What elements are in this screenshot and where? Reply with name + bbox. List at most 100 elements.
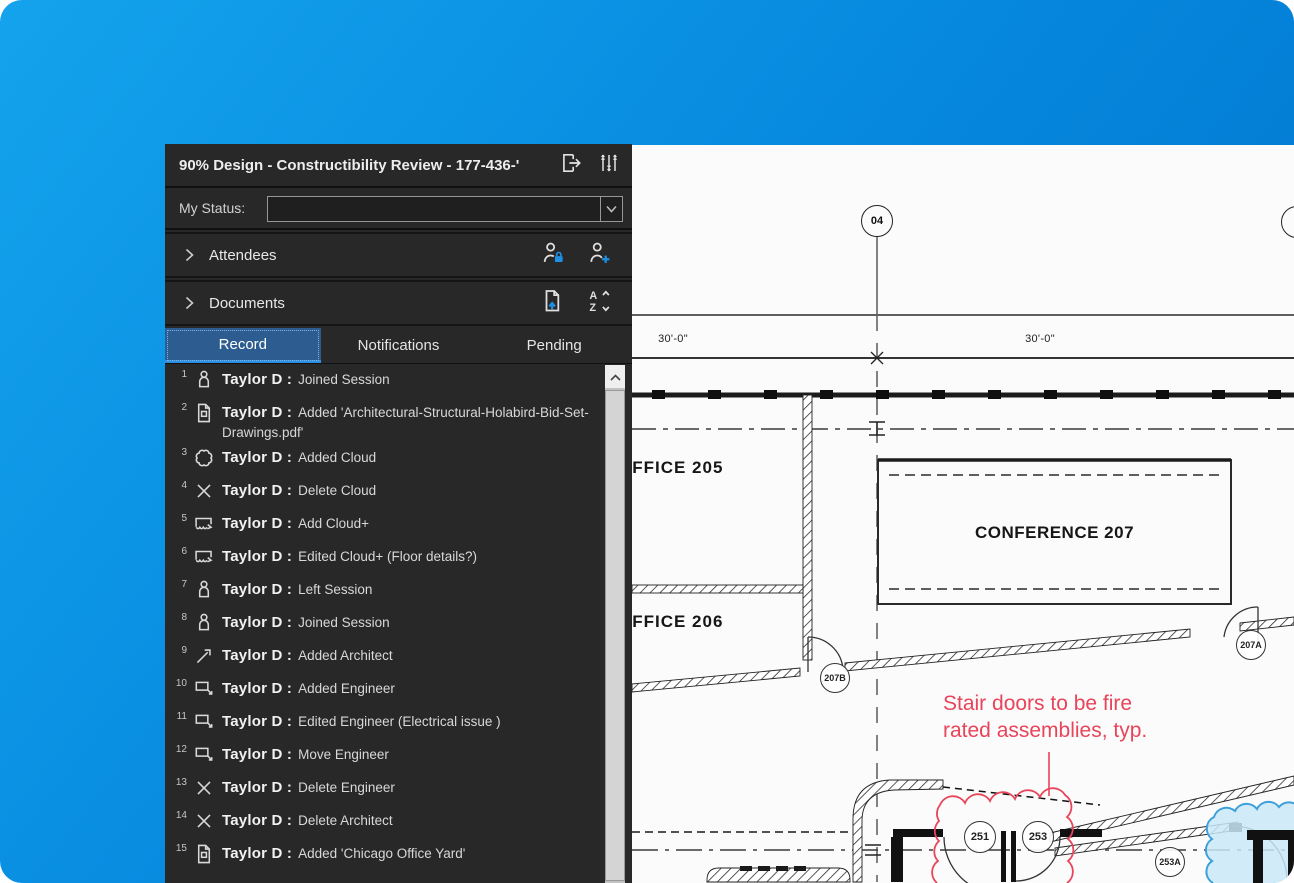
cloud-plus-icon xyxy=(193,546,215,568)
record-row-number: 15 xyxy=(171,843,187,854)
room-label-office-206: OFFICE 206 xyxy=(632,612,723,632)
floor-plan-linework xyxy=(632,145,1294,883)
svg-text:Z: Z xyxy=(590,302,597,314)
tab-record[interactable]: Record xyxy=(165,328,321,363)
sort-az-icon: A Z xyxy=(586,288,612,319)
app-canvas: 90% Design - Constructibility Review - 1… xyxy=(0,0,1294,883)
record-row[interactable]: 14Taylor D :Delete Architect xyxy=(165,806,632,839)
delete-icon xyxy=(193,480,215,502)
record-row-number: 6 xyxy=(171,546,187,557)
svg-text:A: A xyxy=(590,290,598,302)
red-text-markup[interactable]: Stair doors to be fire rated assemblies,… xyxy=(943,690,1147,744)
record-row[interactable]: 10 Taylor D : Added Engineer xyxy=(165,674,632,707)
record-row[interactable]: 8Taylor D :Joined Session xyxy=(165,608,632,641)
record-row[interactable]: 4Taylor D :Delete Cloud xyxy=(165,476,632,509)
record-row-action: Edited Engineer (Electrical issue ) xyxy=(298,714,501,729)
door-tag-207b: 207B xyxy=(820,663,850,693)
document-upload-icon xyxy=(540,288,566,319)
blue-cloud-markup[interactable] xyxy=(1206,802,1294,883)
record-row[interactable]: 7Taylor D :Left Session xyxy=(165,575,632,608)
record-row-number: 10 xyxy=(171,678,187,689)
record-list-scrollbar[interactable] xyxy=(605,365,625,883)
record-row-author: Taylor D : xyxy=(222,680,292,697)
record-row[interactable]: 2Taylor D :Added 'Architectural-Structur… xyxy=(165,398,632,443)
record-row-author: Taylor D : xyxy=(222,371,292,388)
record-row-action: Delete Cloud xyxy=(298,483,376,498)
person-icon xyxy=(193,612,215,634)
delete-icon xyxy=(193,810,215,832)
record-row-author: Taylor D : xyxy=(222,614,292,631)
door-tag-207a: 207A xyxy=(1236,630,1266,660)
record-row-text: Taylor D : Delete Engineer xyxy=(222,778,602,798)
record-row-text: Taylor D :Edited Engineer (Electrical is… xyxy=(222,712,602,732)
record-row-action: Edited Cloud+ (Floor details?) xyxy=(298,549,477,564)
attendees-section-header[interactable]: Attendees xyxy=(165,232,632,278)
record-row-text: Taylor D : Left Session xyxy=(222,580,602,600)
add-attendee-button[interactable] xyxy=(586,242,612,268)
record-row-author: Taylor D : xyxy=(222,845,292,862)
session-settings-button[interactable] xyxy=(594,152,624,178)
record-row-author: Taylor D : xyxy=(222,581,292,598)
session-header: 90% Design - Constructibility Review - 1… xyxy=(165,144,632,188)
record-row[interactable]: 3 Taylor D :Added Cloud xyxy=(165,443,632,476)
person-plus-icon xyxy=(586,240,612,271)
dropdown-arrow-button[interactable] xyxy=(600,197,622,221)
record-row-author: Taylor D : xyxy=(222,647,292,664)
door-tag-253a: 253A xyxy=(1155,847,1185,877)
callout-icon xyxy=(193,744,215,766)
record-row-action: Move Engineer xyxy=(298,747,389,762)
my-status-dropdown[interactable] xyxy=(267,196,623,222)
record-row-number: 11 xyxy=(171,711,187,722)
record-row-text: Taylor D : Added 'Chicago Office Yard' xyxy=(222,844,602,864)
cloud-plus-icon xyxy=(193,513,215,535)
record-row[interactable]: 13 Taylor D : Delete Engineer xyxy=(165,773,632,806)
chevron-right-icon xyxy=(181,247,197,263)
scroll-up-button[interactable] xyxy=(605,365,625,388)
person-icon xyxy=(193,369,215,391)
record-row-text: Taylor D :Delete Cloud xyxy=(222,481,602,501)
record-row-action: Added 'Chicago Office Yard' xyxy=(298,846,465,861)
chevron-right-icon xyxy=(181,295,197,311)
add-document-button[interactable] xyxy=(540,290,566,316)
documents-label: Documents xyxy=(209,295,540,312)
record-row-author: Taylor D : xyxy=(222,779,292,796)
record-row-action: Delete Engineer xyxy=(298,780,395,795)
record-row-number: 12 xyxy=(171,744,187,755)
tab-pending[interactable]: Pending xyxy=(476,328,632,363)
record-row[interactable]: 11 Taylor D :Edited Engineer (Electrical … xyxy=(165,707,632,740)
record-row[interactable]: 1Taylor D :Joined Session xyxy=(165,365,632,398)
record-row-action: Add Cloud+ xyxy=(298,516,369,531)
record-row-text: Taylor D : Added Engineer xyxy=(222,679,602,699)
record-row[interactable]: 6Taylor D :Edited Cloud+ (Floor details?… xyxy=(165,542,632,575)
document-icon xyxy=(193,843,215,865)
record-row-author: Taylor D : xyxy=(222,449,292,466)
sort-az-button[interactable]: A Z xyxy=(586,290,612,316)
record-row-number: 13 xyxy=(171,777,187,788)
record-row-text: Taylor D :Joined Session xyxy=(222,370,602,390)
callout-icon xyxy=(193,711,215,733)
record-row-author: Taylor D : xyxy=(222,746,292,763)
session-tabs: Record Notifications Pending xyxy=(165,328,632,364)
my-status-row: My Status: xyxy=(165,188,632,230)
tab-notifications[interactable]: Notifications xyxy=(321,328,477,363)
door-tag-253: 253 xyxy=(1022,821,1054,853)
documents-section-header[interactable]: Documents A Z xyxy=(165,280,632,326)
record-row-action: Added Engineer xyxy=(298,681,395,696)
record-row[interactable]: 9Taylor D :Added Architect xyxy=(165,641,632,674)
record-row-text: Taylor D :Joined Session xyxy=(222,613,602,633)
record-row[interactable]: 15 Taylor D : Added 'Chicago Office Yard' xyxy=(165,839,632,872)
studio-session-panel: 90% Design - Constructibility Review - 1… xyxy=(165,144,632,883)
record-row-number: 3 xyxy=(171,447,187,458)
grid-and-dimension-lines xyxy=(632,236,1294,882)
callout-icon xyxy=(193,678,215,700)
restrict-attendees-button[interactable] xyxy=(540,242,566,268)
record-row-text: Taylor D :Added Cloud xyxy=(222,448,602,468)
record-row-action: Left Session xyxy=(298,582,372,597)
scrollbar-thumb[interactable] xyxy=(605,390,625,881)
record-row[interactable]: 5Taylor D :Add Cloud+ xyxy=(165,509,632,542)
record-row[interactable]: 12 Taylor D : Move Engineer xyxy=(165,740,632,773)
leave-session-button[interactable] xyxy=(556,152,586,178)
cloud-icon xyxy=(193,447,215,469)
record-row-action: Delete Architect xyxy=(298,813,393,828)
chevron-down-icon xyxy=(606,200,617,218)
